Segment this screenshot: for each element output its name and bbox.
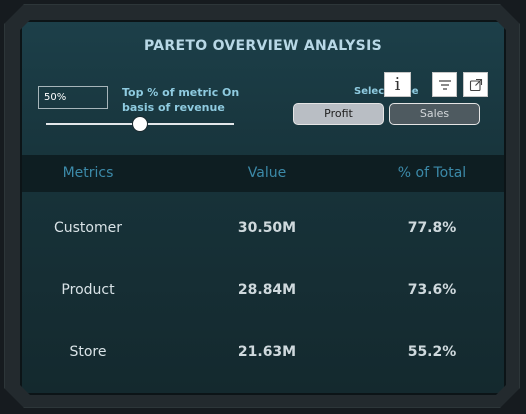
pareto-card: PARETO OVERVIEW ANALYSIS 50% Top % of me… bbox=[20, 20, 506, 395]
metric-cell: Store bbox=[69, 344, 107, 360]
threshold-slider-thumb[interactable] bbox=[132, 116, 148, 132]
info-button[interactable]: i bbox=[384, 72, 411, 97]
pct-cell: 73.6% bbox=[407, 282, 457, 298]
metric-cell: Product bbox=[61, 282, 115, 298]
filter-button[interactable] bbox=[432, 72, 457, 97]
column-header-value[interactable]: Value bbox=[217, 155, 317, 192]
table-row[interactable]: Product 28.84M 73.6% bbox=[22, 270, 504, 310]
info-icon: i bbox=[394, 74, 401, 95]
filter-icon bbox=[438, 79, 452, 91]
pct-cell: 77.8% bbox=[407, 220, 457, 236]
pct-cell: 55.2% bbox=[407, 344, 457, 360]
table-header: Metrics Value % of Total bbox=[22, 155, 504, 192]
table-row[interactable]: Store 21.63M 55.2% bbox=[22, 332, 504, 372]
column-header-pct-total[interactable]: % of Total bbox=[382, 155, 482, 192]
focus-mode-button[interactable] bbox=[463, 72, 488, 97]
type-button-sales[interactable]: Sales bbox=[389, 103, 480, 125]
value-cell: 28.84M bbox=[237, 282, 297, 298]
metric-cell: Customer bbox=[53, 220, 122, 236]
column-header-metrics[interactable]: Metrics bbox=[36, 155, 140, 192]
table-row[interactable]: Customer 30.50M 77.8% bbox=[22, 208, 504, 248]
threshold-description: Top % of metric On basis of revenue bbox=[122, 86, 240, 114]
value-cell: 21.63M bbox=[237, 344, 297, 360]
value-cell: 30.50M bbox=[237, 220, 297, 236]
type-button-profit[interactable]: Profit bbox=[293, 103, 384, 125]
card-title: PARETO OVERVIEW ANALYSIS bbox=[144, 38, 382, 54]
threshold-input[interactable]: 50% bbox=[38, 86, 108, 109]
focus-mode-icon bbox=[469, 78, 483, 92]
